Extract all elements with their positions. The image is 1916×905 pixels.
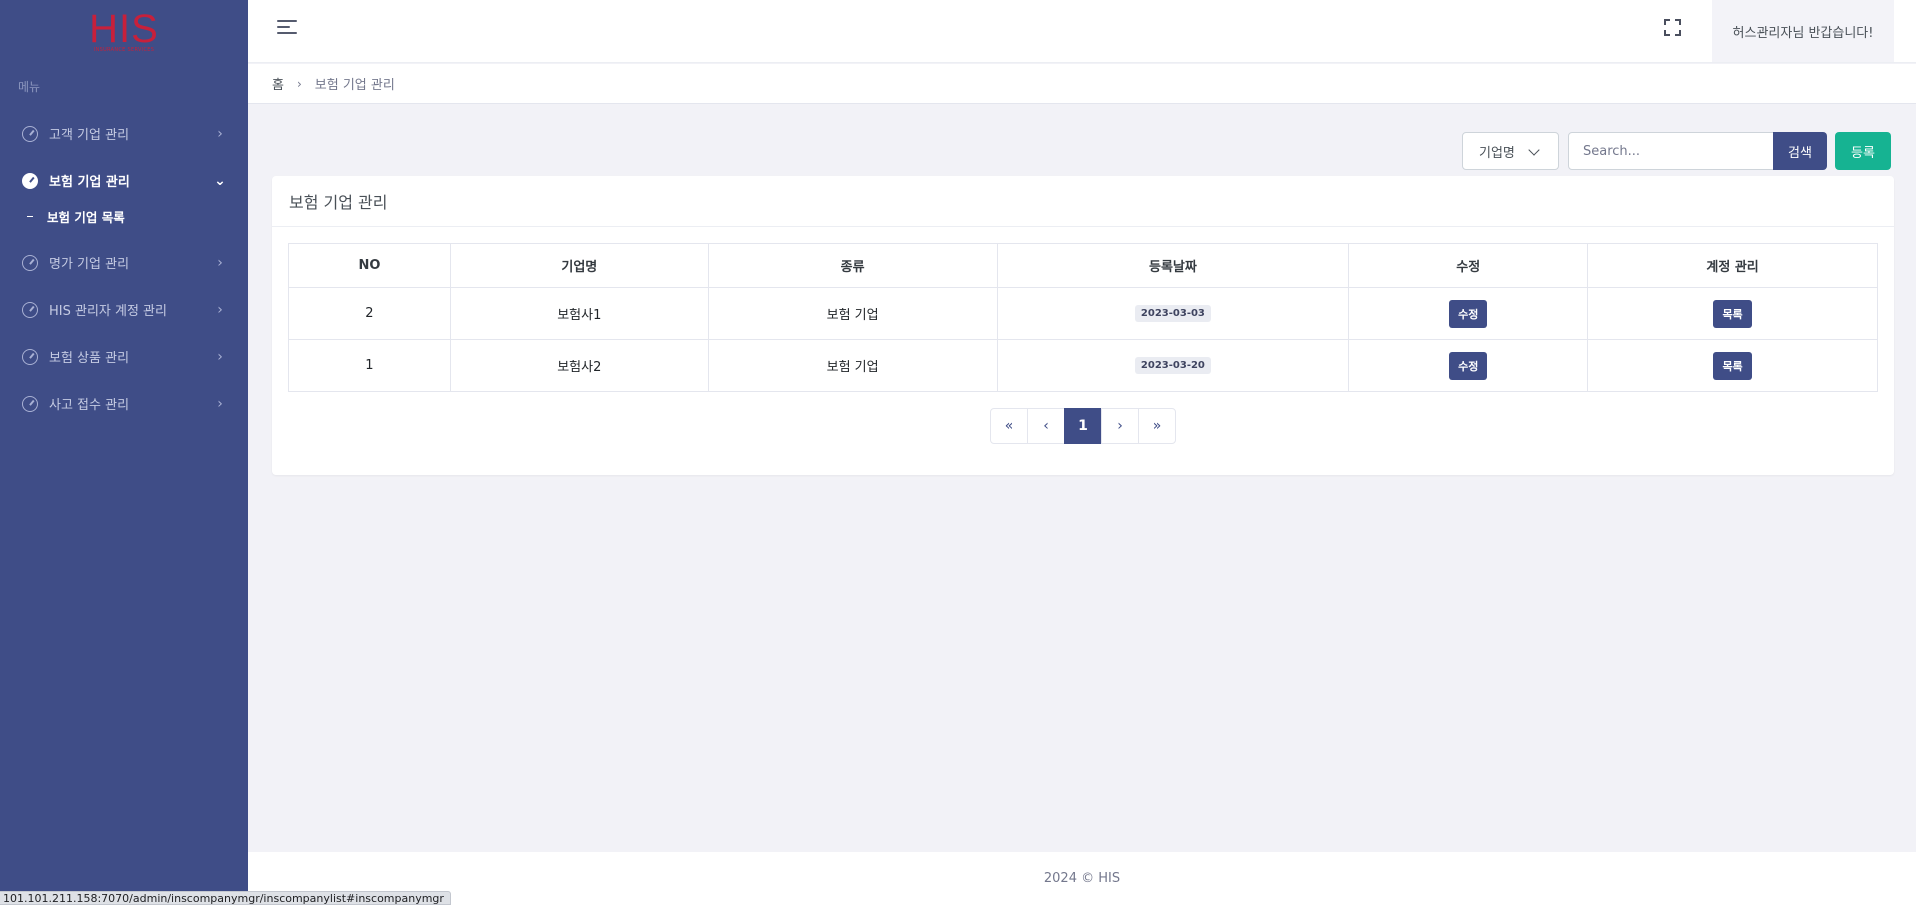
cell-type: 보험 기업 [707,287,998,340]
table-row: 2 보험사1 보험 기업 2023-03-03 수정 목록 [288,287,1878,340]
sidebar-item-label: 사고 접수 관리 [49,398,130,413]
chevron-down-icon: ⌄ [214,172,226,189]
search-field-select[interactable]: 기업명 [1462,132,1559,170]
column-header-type: 종류 [707,243,998,288]
chevron-down-icon [1528,144,1540,156]
date-badge: 2023-03-03 [1134,305,1211,322]
chevron-right-icon: › [217,301,223,318]
logo-subtext: INSURANCE SERVICES [93,47,155,53]
sidebar-menu: 고객 기업 관리 › 보험 기업 관리 ⌄ 보험 기업 목록 명가 기업 관리 … [0,110,248,427]
date-badge: 2023-03-20 [1134,357,1211,374]
sidebar: HIS INSURANCE SERVICES 메뉴 고객 기업 관리 › 보험 … [0,0,248,905]
dash-icon [27,215,33,218]
column-header-edit: 수정 [1348,243,1589,288]
sidebar-item-insurance-company[interactable]: 보험 기업 관리 ⌄ [0,157,248,204]
cell-company-name: 보험사2 [449,339,709,392]
search-input[interactable] [1568,132,1775,170]
breadcrumb-home-link[interactable]: 홈 [272,74,284,93]
cell-date: 2023-03-20 [996,339,1350,392]
column-header-registered-date: 등록날짜 [996,243,1350,288]
account-list-button[interactable]: 목록 [1713,351,1752,380]
column-header-no: NO [288,243,451,288]
edit-button[interactable]: 수정 [1449,299,1488,328]
table-header-row: NO 기업명 종류 등록날짜 수정 계정 관리 [288,243,1878,288]
pagination-page-button[interactable]: 1 [1064,408,1102,444]
cell-no: 1 [288,339,451,392]
account-list-button[interactable]: 목록 [1713,299,1752,328]
pagination-next-button[interactable]: › [1101,408,1139,444]
pagination: « ‹ 1 › » [990,408,1176,444]
chevron-right-icon: › [217,125,223,142]
breadcrumb: 홈 › 보험 기업 관리 [248,64,1916,104]
column-header-company-name: 기업명 [449,243,709,288]
pagination-first-button[interactable]: « [990,408,1028,444]
user-greeting-button[interactable]: 허스관리자님 반갑습니다! [1712,0,1894,62]
search-button[interactable]: 검색 [1773,132,1827,170]
menu-title: 메뉴 [18,80,41,94]
dashboard-icon [22,395,38,412]
cell-edit: 수정 [1348,339,1589,392]
status-bar-url: 101.101.211.158:7070/admin/inscompanymgr… [0,891,451,905]
sidebar-item-customer-company[interactable]: 고객 기업 관리 › [0,110,248,157]
pagination-prev-button[interactable]: ‹ [1027,408,1065,444]
cell-company-name: 보험사1 [449,287,709,340]
cell-edit: 수정 [1348,287,1589,340]
logo-text: HIS [89,7,159,51]
sidebar-item-accident-report[interactable]: 사고 접수 관리 › [0,380,248,427]
breadcrumb-current: 보험 기업 관리 [314,78,395,93]
pagination-last-button[interactable]: » [1138,408,1176,444]
cell-type: 보험 기업 [707,339,998,392]
topbar: 허스관리자님 반갑습니다! [248,0,1916,63]
sidebar-item-appraisal-company[interactable]: 명가 기업 관리 › [0,239,248,286]
sidebar-item-label: 고객 기업 관리 [49,128,130,143]
table-row: 1 보험사2 보험 기업 2023-03-20 수정 목록 [288,339,1878,392]
insurance-company-table: NO 기업명 종류 등록날짜 수정 계정 관리 2 보험사1 보험 기업 202… [288,243,1878,392]
column-header-account-management: 계정 관리 [1587,243,1878,288]
menu-toggle-icon[interactable] [277,20,297,36]
dashboard-icon [22,125,38,142]
sidebar-item-label: 보험 상품 관리 [49,351,130,366]
sidebar-item-label: HIS 관리자 계정 관리 [49,304,167,319]
logo[interactable]: HIS INSURANCE SERVICES [0,0,248,60]
chevron-right-icon: › [217,348,223,365]
sidebar-item-label: 보험 기업 관리 [49,175,130,190]
sidebar-item-label: 명가 기업 관리 [49,257,130,272]
edit-button[interactable]: 수정 [1449,351,1488,380]
cell-account: 목록 [1587,287,1878,340]
sidebar-item-insurance-product[interactable]: 보험 상품 관리 › [0,333,248,380]
dashboard-icon [22,172,38,189]
register-button[interactable]: 등록 [1835,132,1891,170]
sidebar-item-his-admin-account[interactable]: HIS 관리자 계정 관리 › [0,286,248,333]
chevron-right-icon: › [217,254,223,271]
footer: 2024 © HIS [248,852,1916,905]
chevron-right-icon: › [296,76,302,91]
chevron-right-icon: › [217,395,223,412]
cell-date: 2023-03-03 [996,287,1350,340]
dashboard-icon [22,301,38,318]
dashboard-icon [22,254,38,271]
select-value: 기업명 [1479,145,1515,161]
card-title: 보험 기업 관리 [272,176,1894,227]
submenu-item-insurance-company-list[interactable]: 보험 기업 목록 [0,198,248,235]
fullscreen-icon[interactable] [1664,19,1681,36]
cell-no: 2 [288,287,451,340]
submenu-item-label: 보험 기업 목록 [47,210,125,225]
cell-account: 목록 [1587,339,1878,392]
dashboard-icon [22,348,38,365]
